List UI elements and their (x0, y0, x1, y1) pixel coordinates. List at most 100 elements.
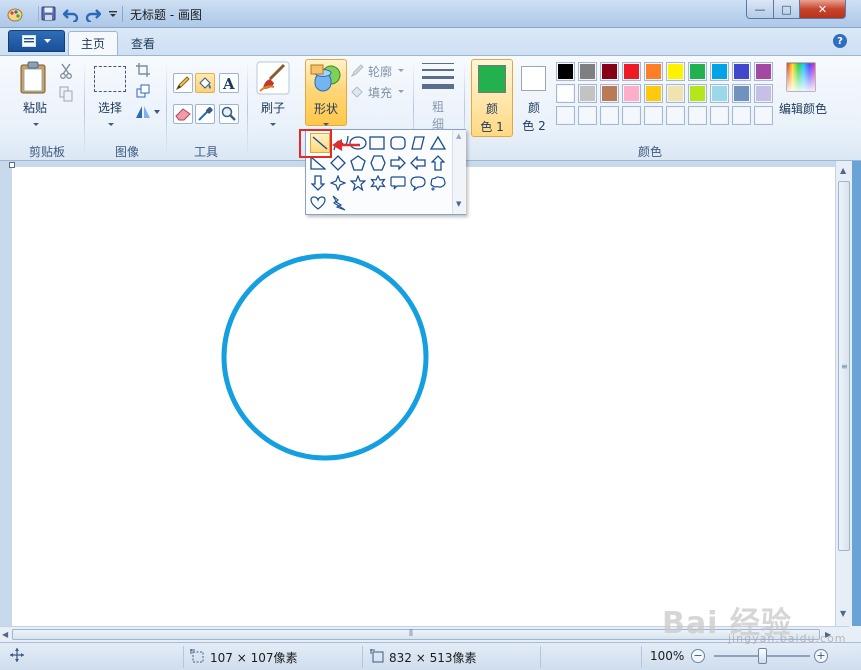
save-icon[interactable] (40, 5, 57, 22)
shape-right-arrow[interactable] (388, 153, 408, 173)
rotate-icon[interactable] (133, 102, 161, 122)
copy-icon[interactable] (56, 84, 76, 104)
shape-rounded-callout[interactable] (388, 173, 408, 193)
pencil-icon[interactable] (173, 73, 193, 93)
palette-color[interactable] (578, 84, 597, 103)
customize-toolbar-icon[interactable] (104, 5, 121, 22)
shape-lightning[interactable] (328, 193, 348, 213)
palette-custom-slot[interactable] (754, 106, 773, 125)
brushes-button[interactable] (256, 61, 290, 95)
palette-color[interactable] (666, 84, 685, 103)
scroll-left-icon[interactable]: ◀ (2, 630, 8, 639)
brushes-dropdown-arrow[interactable] (270, 123, 276, 126)
drawn-circle[interactable] (221, 253, 429, 461)
palette-color[interactable] (710, 84, 729, 103)
zoom-slider[interactable] (714, 648, 810, 664)
palette-color[interactable] (732, 84, 751, 103)
eraser-icon[interactable] (173, 104, 193, 124)
shape-oval-callout[interactable] (408, 173, 428, 193)
color1-button[interactable]: 颜 色 1 (471, 59, 513, 137)
redo-icon[interactable] (84, 5, 101, 22)
shape-rectangle[interactable] (367, 133, 387, 153)
crop-icon[interactable] (133, 60, 153, 80)
shape-polygon[interactable] (408, 133, 428, 153)
undo-icon[interactable] (62, 5, 79, 22)
shape-six-point-star[interactable] (368, 173, 388, 193)
help-icon[interactable]: ? (833, 34, 847, 48)
zoom-out-icon[interactable]: − (691, 649, 705, 663)
tab-home[interactable]: 主页 (68, 31, 119, 55)
paint-menu-button[interactable] (8, 30, 65, 52)
palette-color[interactable] (600, 62, 619, 81)
minimize-button[interactable]: — (746, 0, 774, 19)
resize-icon[interactable] (133, 81, 153, 101)
palette-custom-slot[interactable] (622, 106, 641, 125)
palette-color[interactable] (622, 84, 641, 103)
tab-view[interactable]: 查看 (119, 31, 167, 55)
edit-colors-button[interactable]: 编辑颜色 (778, 60, 828, 134)
palette-color[interactable] (754, 84, 773, 103)
shape-rounded-rectangle[interactable] (388, 133, 408, 153)
palette-color[interactable] (622, 62, 641, 81)
palette-custom-slot[interactable] (732, 106, 751, 125)
paint-app-icon[interactable] (6, 5, 23, 22)
palette-custom-slot[interactable] (600, 106, 619, 125)
maximize-button[interactable]: □ (773, 0, 800, 19)
vertical-scrollbar[interactable]: ▲ ≡ ▼ (835, 161, 852, 626)
select-label[interactable]: 选择 (92, 99, 128, 116)
drawing-canvas[interactable] (12, 167, 836, 626)
fill-button[interactable]: 填充 (350, 84, 410, 100)
select-dropdown-arrow[interactable] (108, 123, 114, 126)
palette-custom-slot[interactable] (710, 106, 729, 125)
cut-icon[interactable] (56, 61, 76, 81)
gallery-scrollbar[interactable]: ▲ ▼ (452, 130, 466, 214)
shapes-button[interactable]: 形状 (305, 59, 347, 126)
palette-custom-slot[interactable] (556, 106, 575, 125)
palette-color[interactable] (644, 62, 663, 81)
select-icon[interactable] (94, 66, 126, 92)
paste-dropdown-arrow[interactable] (33, 123, 39, 126)
palette-color[interactable] (688, 62, 707, 81)
palette-color[interactable] (666, 62, 685, 81)
zoom-in-icon[interactable]: + (814, 649, 828, 663)
palette-custom-slot[interactable] (644, 106, 663, 125)
palette-color[interactable] (732, 62, 751, 81)
palette-color[interactable] (600, 84, 619, 103)
color2-button[interactable]: 颜 色 2 (516, 59, 552, 137)
shape-down-arrow[interactable] (308, 173, 328, 193)
canvas-resize-handle[interactable] (9, 162, 15, 168)
gallery-scroll-up-icon[interactable]: ▲ (456, 132, 461, 140)
palette-color[interactable] (556, 84, 575, 103)
shape-pentagon[interactable] (348, 153, 368, 173)
shape-five-point-star[interactable] (348, 173, 368, 193)
palette-custom-slot[interactable] (666, 106, 685, 125)
palette-color[interactable] (644, 84, 663, 103)
close-button[interactable]: ✕ (799, 0, 846, 19)
scroll-down-icon[interactable]: ▼ (840, 609, 846, 618)
magnifier-icon[interactable] (219, 104, 239, 124)
shape-triangle[interactable] (428, 133, 448, 153)
shape-cloud-callout[interactable] (428, 173, 448, 193)
shape-left-arrow[interactable] (408, 153, 428, 173)
palette-custom-slot[interactable] (578, 106, 597, 125)
palette-color[interactable] (710, 62, 729, 81)
shape-heart[interactable] (308, 193, 328, 213)
palette-custom-slot[interactable] (688, 106, 707, 125)
shape-up-arrow[interactable] (428, 153, 448, 173)
gallery-scroll-down-icon[interactable]: ▼ (456, 200, 461, 208)
shape-hexagon[interactable] (368, 153, 388, 173)
paste-button[interactable] (18, 61, 52, 97)
text-icon[interactable]: A (219, 73, 239, 93)
palette-color[interactable] (688, 84, 707, 103)
outline-button[interactable]: 轮廓 (350, 63, 410, 79)
palette-color[interactable] (578, 62, 597, 81)
color-picker-icon[interactable] (195, 104, 215, 124)
shape-four-point-star[interactable] (328, 173, 348, 193)
palette-color[interactable] (556, 62, 575, 81)
scroll-up-icon[interactable]: ▲ (840, 166, 846, 175)
size-button[interactable]: 粗 细 (420, 60, 456, 134)
fill-bucket-icon[interactable] (195, 73, 215, 93)
palette-color[interactable] (754, 62, 773, 81)
vertical-scroll-thumb[interactable]: ≡ (838, 181, 850, 551)
zoom-slider-thumb[interactable] (758, 648, 767, 664)
